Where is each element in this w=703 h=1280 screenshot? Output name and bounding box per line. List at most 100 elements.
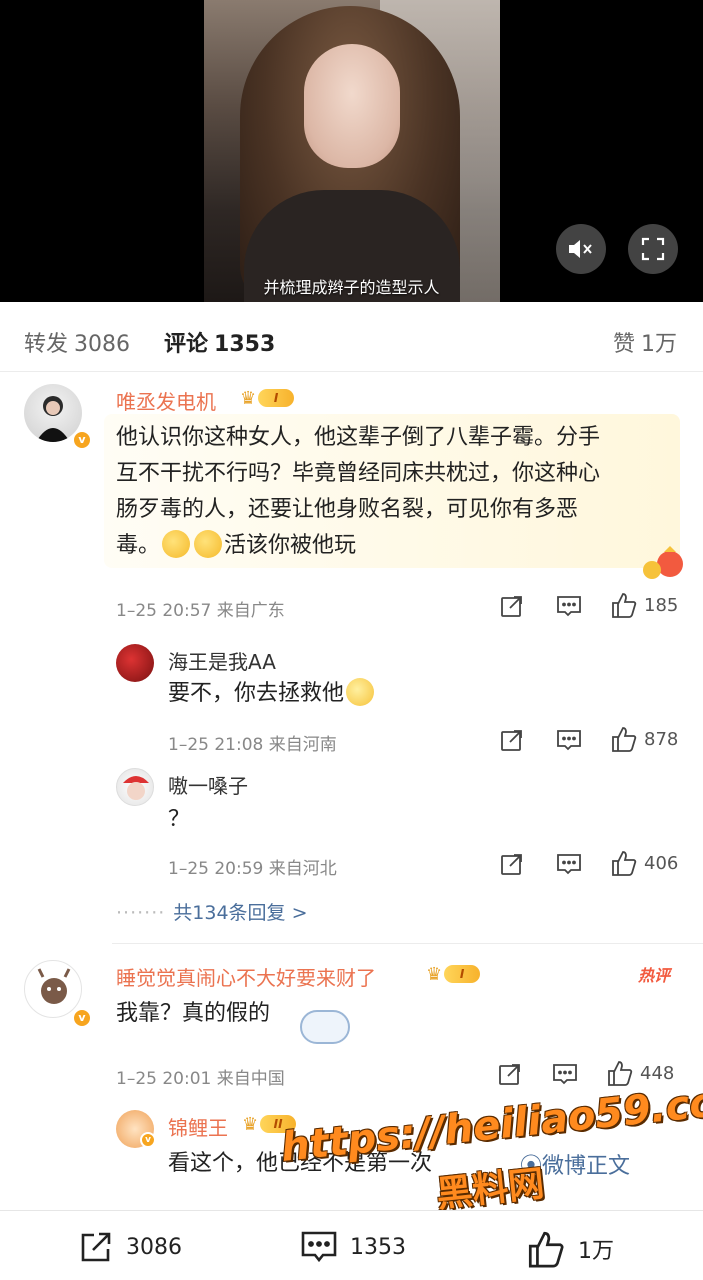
- repost-reply-button[interactable]: [500, 852, 524, 876]
- more-replies-link[interactable]: ······· 共134条回复 >: [116, 898, 308, 925]
- reply-text-line: 要不，你去拯救他: [168, 676, 376, 712]
- like-button[interactable]: 448: [606, 1059, 674, 1087]
- watermark-name: 黑料网: [434, 1163, 547, 1216]
- avatar[interactable]: [116, 768, 154, 806]
- comment-username[interactable]: 唯丞发电机: [116, 386, 216, 415]
- like-count: 185: [644, 594, 679, 616]
- comment-icon: [557, 854, 581, 875]
- tab-comments-label: 评论: [164, 332, 209, 357]
- dots-icon: ·······: [116, 902, 166, 924]
- video-subtitle: 并梳理成辫子的造型示人: [263, 278, 440, 297]
- comment-button[interactable]: 1353: [300, 1229, 406, 1265]
- fullscreen-button[interactable]: [628, 224, 678, 274]
- open-weibo-article-label: 微博正文: [542, 1154, 631, 1179]
- tab-likes[interactable]: 赞 1万: [613, 326, 677, 358]
- comment-divider: [112, 943, 703, 944]
- member-level-badge: ♛ I: [426, 963, 481, 985]
- tab-repost-count: 3086: [74, 332, 131, 357]
- tab-comments[interactable]: 评论 1353: [164, 326, 275, 358]
- thumbs-up-icon: [612, 851, 637, 876]
- comment-icon: [553, 1064, 577, 1085]
- watermark-url: https://heiliao59.com: [278, 1075, 703, 1171]
- thumbs-up-icon: [612, 593, 637, 618]
- tab-repost-label: 转发: [24, 332, 69, 357]
- comment-time-location: 1–25 20:57 来自广东: [116, 601, 285, 621]
- comment-icon: [301, 1231, 337, 1263]
- crown-icon: ♛: [242, 1113, 259, 1135]
- share-icon: [499, 1064, 520, 1085]
- smirk-emoji-icon: [194, 530, 223, 558]
- like-button[interactable]: 406: [610, 849, 678, 877]
- tab-comments-count: 1353: [214, 332, 276, 357]
- hot-comment-tag: 热评: [638, 966, 671, 985]
- comment-username[interactable]: 睡觉觉真闹心不大好要来财了: [116, 962, 376, 991]
- mute-button[interactable]: [556, 224, 606, 274]
- repost-reply-button[interactable]: [500, 728, 524, 752]
- tab-likes-count: 1万: [641, 332, 677, 357]
- bottom-action-bar: 3086 1353 1万: [0, 1210, 703, 1280]
- comment-icon: [557, 596, 581, 617]
- comment-text-line: 肠歹毒的人，还要让他身败名裂，可见你有多恶: [116, 497, 579, 522]
- video-player[interactable]: 并梳理成辫子的造型示人: [0, 0, 703, 302]
- reply-username[interactable]: 海王是我AA: [168, 646, 276, 675]
- laugh-cry-emoji-icon: [346, 678, 375, 706]
- comment-text-prefix: 毒。: [116, 533, 161, 558]
- lucky-bag-decoration-icon: [643, 546, 683, 579]
- tab-likes-label: 赞: [612, 332, 635, 357]
- reply-username[interactable]: 嗷一嗓子: [168, 770, 248, 799]
- cat-sticker-icon: [300, 1010, 350, 1044]
- repost-comment-button[interactable]: [500, 594, 524, 618]
- like-button[interactable]: 185: [610, 591, 678, 619]
- level-label: I: [444, 965, 481, 983]
- like-count: 406: [644, 852, 679, 874]
- like-count: 878: [644, 728, 679, 750]
- comment-time-location: 1–25 20:01 来自中国: [116, 1069, 285, 1089]
- like-button[interactable]: 1万: [526, 1229, 614, 1269]
- reply-button[interactable]: [552, 1062, 578, 1086]
- avatar[interactable]: [24, 960, 82, 1018]
- like-count: 1万: [578, 1239, 614, 1264]
- reply-time-location: 1–25 21:08 来自河南: [168, 735, 337, 755]
- reply-username[interactable]: 锦鲤王: [168, 1112, 228, 1141]
- smirk-emoji-icon: [162, 530, 191, 558]
- share-icon: [501, 730, 522, 751]
- reply-time-location: 1–25 20:59 来自河北: [168, 859, 337, 879]
- comment-text: 我靠？真的假的: [116, 1001, 271, 1026]
- fullscreen-icon: [641, 237, 665, 261]
- comment-count: 1353: [350, 1234, 406, 1260]
- share-icon: [501, 854, 522, 875]
- reply-text: ？: [168, 807, 191, 832]
- tab-repost[interactable]: 转发 3086: [24, 326, 130, 358]
- more-replies-label: 共134条回复 >: [173, 902, 308, 924]
- verified-badge-icon: v: [72, 1008, 92, 1028]
- like-count: 448: [640, 1062, 675, 1084]
- like-button[interactable]: 878: [610, 725, 678, 753]
- repost-button[interactable]: 3086: [78, 1229, 182, 1265]
- comment-text-line-last: 毒。 活该你被他玩: [116, 528, 356, 564]
- tab-bar: 转发 3086 评论 1353 赞 1万: [0, 302, 703, 372]
- thumbs-up-icon: [612, 727, 637, 752]
- comment-text-suffix: 活该你被他玩: [224, 533, 357, 558]
- share-icon: [81, 1232, 111, 1262]
- reply-button[interactable]: [556, 594, 582, 618]
- repost-count: 3086: [126, 1234, 182, 1260]
- thumbs-up-icon: [528, 1231, 564, 1268]
- share-icon: [501, 596, 522, 617]
- speaker-muted-icon: [569, 240, 592, 258]
- reply-button[interactable]: [556, 728, 582, 752]
- level-label: I: [258, 389, 295, 407]
- reply-button[interactable]: [556, 852, 582, 876]
- crown-icon: ♛: [426, 963, 443, 985]
- video-frame: [204, 0, 500, 302]
- thumbs-up-icon: [608, 1061, 633, 1086]
- verified-badge-icon: v: [72, 430, 92, 450]
- comment-icon: [557, 730, 581, 751]
- member-level-badge: ♛ I: [240, 387, 295, 409]
- comment-text-line: 互不干扰不行吗？毕竟曾经同床共枕过，你这种心: [116, 461, 601, 486]
- comment-text-line: 他认识你这种女人，他这辈子倒了八辈子霉。分手: [116, 425, 601, 450]
- avatar[interactable]: [116, 644, 154, 682]
- repost-comment-button[interactable]: [498, 1062, 522, 1086]
- verified-badge-icon: v: [140, 1132, 156, 1148]
- reply-text: 要不，你去拯救他: [168, 681, 345, 706]
- crown-icon: ♛: [240, 387, 257, 409]
